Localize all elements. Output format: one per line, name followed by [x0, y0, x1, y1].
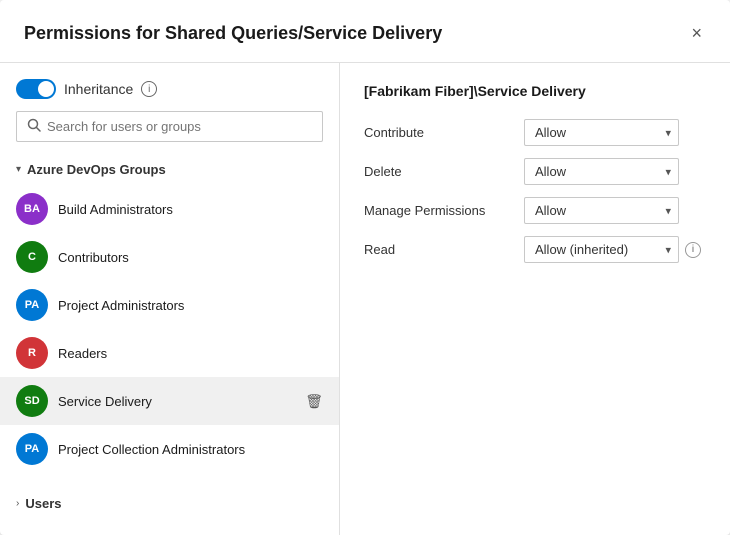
- toggle-track: [16, 79, 56, 99]
- dialog-body: Inheritance i ▾ Azure DevOps Groups: [0, 63, 730, 535]
- permissions-dialog: Permissions for Shared Queries/Service D…: [0, 0, 730, 535]
- permission-info-icon[interactable]: i: [685, 242, 701, 258]
- permission-dropdown-manage-permissions[interactable]: AllowDenyNot set: [524, 197, 679, 224]
- permission-select-contribute: AllowDenyNot set: [524, 119, 679, 146]
- group-name-build-admins: Build Administrators: [58, 202, 323, 217]
- avatar-project-collection-admins: PA: [16, 433, 48, 465]
- chevron-down-icon: ▾: [16, 164, 21, 175]
- group-name-service-delivery: Service Delivery: [58, 394, 295, 409]
- permission-dropdown-delete[interactable]: AllowDenyNot set: [524, 158, 679, 185]
- delete-icon[interactable]: 🗑: [305, 393, 323, 410]
- azure-devops-groups-label: Azure DevOps Groups: [27, 162, 166, 177]
- group-item-contributors[interactable]: C Contributors: [0, 233, 339, 281]
- permission-row-contribute: Contribute AllowDenyNot set: [364, 119, 706, 146]
- entity-title: [Fabrikam Fiber]\Service Delivery: [364, 83, 706, 99]
- permission-dropdown-read[interactable]: Allow (inherited)AllowDenyNot set: [524, 236, 679, 263]
- group-item-build-admins[interactable]: BA Build Administrators: [0, 185, 339, 233]
- permission-name-read: Read: [364, 242, 524, 257]
- permission-name-contribute: Contribute: [364, 125, 524, 140]
- permission-name-delete: Delete: [364, 164, 524, 179]
- permission-row-read: Read Allow (inherited)AllowDenyNot set i: [364, 236, 706, 263]
- group-name-contributors: Contributors: [58, 250, 323, 265]
- group-name-project-admins: Project Administrators: [58, 298, 323, 313]
- right-panel: [Fabrikam Fiber]\Service Delivery Contri…: [340, 63, 730, 535]
- toggle-thumb: [38, 81, 54, 97]
- left-panel: Inheritance i ▾ Azure DevOps Groups: [0, 63, 340, 535]
- permissions-list: Contribute AllowDenyNot set Delete Allow…: [364, 119, 706, 263]
- group-item-project-admins[interactable]: PA Project Administrators: [0, 281, 339, 329]
- permission-row-delete: Delete AllowDenyNot set: [364, 158, 706, 185]
- group-name-readers: Readers: [58, 346, 323, 361]
- azure-devops-groups-header[interactable]: ▾ Azure DevOps Groups: [0, 154, 339, 185]
- permission-dropdown-contribute[interactable]: AllowDenyNot set: [524, 119, 679, 146]
- avatar-build-admins: BA: [16, 193, 48, 225]
- group-item-project-collection-admins[interactable]: PA Project Collection Administrators: [0, 425, 339, 473]
- avatar-service-delivery: SD: [16, 385, 48, 417]
- azure-devops-groups-section: ▾ Azure DevOps Groups BA Build Administr…: [0, 154, 339, 488]
- permission-select-manage-permissions: AllowDenyNot set: [524, 197, 679, 224]
- permission-select-read: Allow (inherited)AllowDenyNot set: [524, 236, 679, 263]
- close-button[interactable]: ×: [687, 20, 706, 46]
- permission-row-manage-permissions: Manage Permissions AllowDenyNot set: [364, 197, 706, 224]
- users-section-header[interactable]: › Users: [0, 488, 339, 519]
- avatar-contributors: C: [16, 241, 48, 273]
- inheritance-toggle[interactable]: [16, 79, 56, 99]
- group-item-readers[interactable]: R Readers: [0, 329, 339, 377]
- dialog-header: Permissions for Shared Queries/Service D…: [0, 0, 730, 63]
- permission-select-delete: AllowDenyNot set: [524, 158, 679, 185]
- inheritance-label: Inheritance: [64, 81, 133, 97]
- group-list: BA Build Administrators C Contributors P…: [0, 185, 339, 473]
- inheritance-row: Inheritance i: [0, 79, 339, 111]
- search-box: [16, 111, 323, 142]
- permission-name-manage-permissions: Manage Permissions: [364, 203, 524, 218]
- group-item-service-delivery[interactable]: SD Service Delivery 🗑: [0, 377, 339, 425]
- avatar-readers: R: [16, 337, 48, 369]
- users-label: Users: [25, 496, 61, 511]
- dialog-title: Permissions for Shared Queries/Service D…: [24, 23, 442, 44]
- avatar-project-admins: PA: [16, 289, 48, 321]
- inheritance-info-icon[interactable]: i: [141, 81, 157, 97]
- search-icon: [27, 118, 41, 135]
- users-chevron-icon: ›: [16, 498, 19, 509]
- group-name-project-collection-admins: Project Collection Administrators: [58, 442, 323, 457]
- search-input[interactable]: [47, 119, 312, 134]
